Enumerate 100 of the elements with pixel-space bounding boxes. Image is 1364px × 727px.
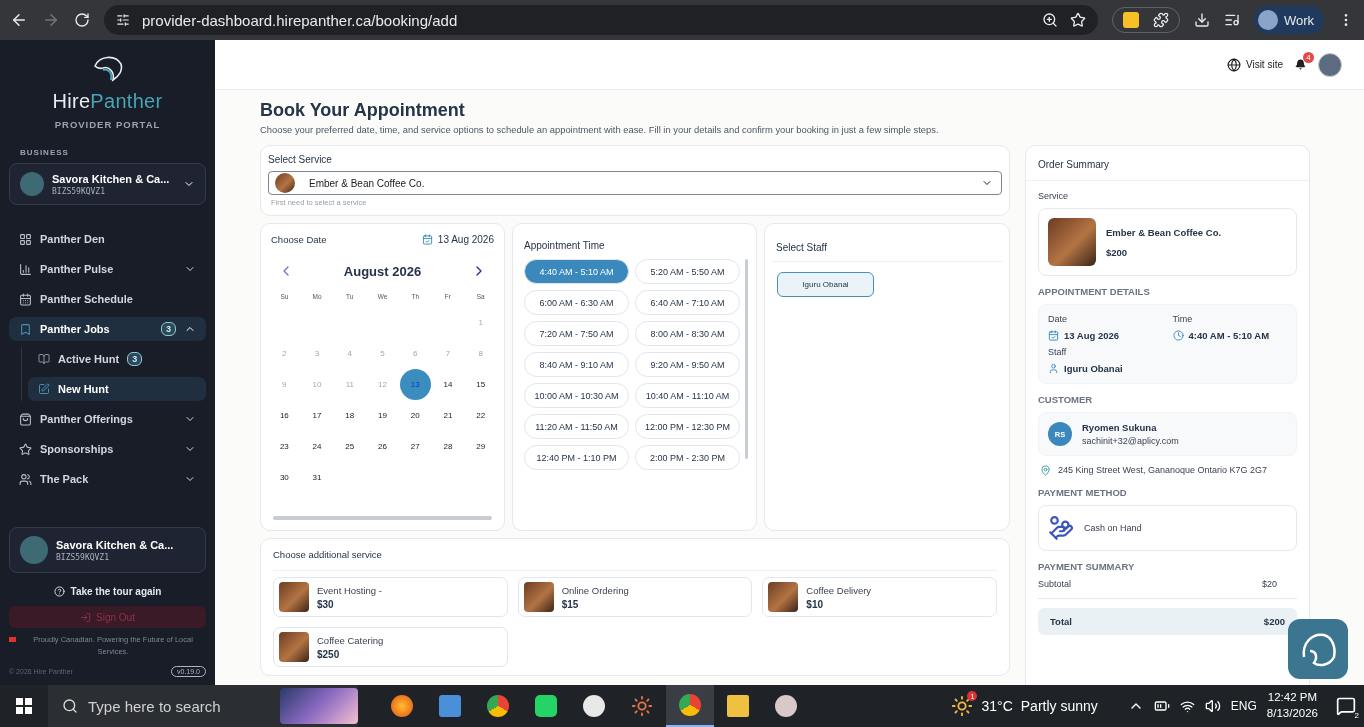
time-slot[interactable]: 7:20 AM - 7:50 AM: [524, 321, 629, 346]
page-subtitle: Choose your preferred date, time, and service options to schedule an appointment with ease. Fill in your details and confirm your booking in just a few simple steps.: [260, 124, 940, 135]
time-slot[interactable]: 2:00 PM - 2:30 PM: [635, 445, 740, 470]
time-slot[interactable]: 8:40 AM - 9:10 AM: [524, 352, 629, 377]
count-badge: 3: [127, 352, 143, 366]
extensions-icon[interactable]: [1152, 12, 1169, 28]
calendar-day[interactable]: 15: [465, 369, 497, 400]
time-slot[interactable]: 9:20 AM - 9:50 AM: [635, 352, 740, 377]
zoom-icon[interactable]: [1041, 12, 1058, 28]
calendar-day[interactable]: 29: [465, 431, 497, 462]
business-selector[interactable]: Savora Kitchen & Ca... BIZS59KQVZ1: [9, 163, 206, 205]
calendar-day[interactable]: 20: [399, 400, 431, 431]
download-icon[interactable]: [1193, 12, 1210, 28]
profile-button[interactable]: Work: [1253, 6, 1324, 34]
time-slot[interactable]: 6:00 AM - 6:30 AM: [524, 290, 629, 315]
additional-service-option[interactable]: Coffee Delivery $10: [762, 577, 997, 617]
calendar-day[interactable]: 18: [334, 400, 366, 431]
total-label: Total: [1050, 616, 1072, 628]
map-pin-icon: [1040, 465, 1051, 476]
language-indicator[interactable]: ENG: [1230, 699, 1257, 713]
calendar-icon: [421, 234, 433, 245]
bookmark-star-icon[interactable]: [1069, 12, 1086, 28]
battery-icon[interactable]: [1153, 698, 1170, 714]
brand-wordmark: HirePanther: [52, 90, 163, 113]
customer-email: sachinit+32@aplicy.com: [1082, 436, 1179, 446]
additional-service-option[interactable]: Coffee Catering $250: [273, 627, 508, 667]
weather-condition: Partly sunny: [1020, 698, 1098, 714]
taskbar-search-field[interactable]: Type here to search: [48, 685, 358, 727]
nav-item[interactable]: The Pack: [9, 467, 206, 491]
time-slot[interactable]: 10:00 AM - 10:30 AM: [524, 383, 629, 408]
calendar-day[interactable]: 25: [334, 431, 366, 462]
additional-service-option[interactable]: Online Ordering $15: [517, 577, 753, 617]
payment-method: Cash on Hand: [1084, 523, 1142, 534]
media-icon[interactable]: [1223, 12, 1240, 28]
time-slot[interactable]: 12:40 PM - 1:10 PM: [524, 445, 629, 470]
scrollbar[interactable]: [273, 516, 492, 520]
notification-bell-icon[interactable]: [1295, 59, 1306, 70]
nav-subitem[interactable]: New Hunt: [28, 377, 206, 401]
volume-icon[interactable]: [1204, 698, 1221, 714]
calendar-day[interactable]: 17: [301, 400, 333, 431]
notification-count: 4: [1303, 52, 1314, 63]
calendar-day[interactable]: 26: [367, 431, 398, 462]
site-info-icon[interactable]: [116, 13, 130, 27]
scrollbar[interactable]: [745, 259, 748, 459]
taskbar-app[interactable]: [666, 685, 714, 727]
calendar-day[interactable]: 22: [465, 400, 497, 431]
nav-subitem[interactable]: Active Hunt 3: [28, 347, 206, 371]
time-slot[interactable]: 6:40 AM - 7:10 AM: [635, 290, 740, 315]
card-title: Choose additional service: [273, 549, 997, 571]
notifications-icon[interactable]: [1336, 696, 1356, 716]
time-slot[interactable]: 5:20 AM - 5:50 AM: [635, 259, 740, 284]
extension-icon[interactable]: [1122, 12, 1139, 28]
time-slot[interactable]: 12:00 PM - 12:30 PM: [635, 414, 740, 439]
flag-icon: [9, 637, 16, 642]
calendar-day[interactable]: 14: [432, 369, 464, 400]
time-slot[interactable]: 8:00 AM - 8:30 AM: [635, 321, 740, 346]
network-icon[interactable]: [1179, 698, 1195, 714]
calendar-day[interactable]: 23: [268, 431, 300, 462]
reload-icon[interactable]: [74, 12, 90, 28]
section-heading: APPOINTMENT DETAILS: [1038, 286, 1151, 297]
calendar-day[interactable]: 31: [301, 462, 333, 493]
back-icon[interactable]: [10, 11, 28, 29]
time-slot[interactable]: 4:40 AM - 5:10 AM: [524, 259, 629, 284]
calendar-day[interactable]: 16: [268, 400, 300, 431]
business-logo: [20, 172, 44, 196]
service-dropdown[interactable]: Ember & Bean Coffee Co.: [268, 171, 1002, 195]
time-slot[interactable]: 11:20 AM - 11:50 AM: [524, 414, 629, 439]
taskbar-clock[interactable]: 12:42 PM 8/13/2026: [1266, 690, 1318, 722]
nav-item[interactable]: Panther Pulse: [9, 257, 206, 281]
url-text: provider-dashboard.hirepanther.ca/booking/add: [142, 11, 459, 29]
nav-item[interactable]: Panther Offerings: [9, 407, 206, 431]
calendar-day[interactable]: 28: [432, 431, 464, 462]
calendar-day[interactable]: 19: [367, 400, 398, 431]
additional-service-option[interactable]: Event Hosting - $30: [273, 577, 508, 617]
month-title: August 2026: [343, 263, 422, 279]
section-label: Service: [1038, 191, 1069, 201]
nav-item[interactable]: Panther Jobs 3: [9, 317, 206, 341]
nav-item[interactable]: Panther Den: [9, 227, 206, 251]
photo-placeholder: [279, 632, 309, 662]
tour-button[interactable]: Take the tour again: [9, 585, 206, 598]
nav-item[interactable]: Panther Schedule: [9, 287, 206, 311]
subtotal-label: Subtotal: [1038, 579, 1072, 590]
address-bar[interactable]: provider-dashboard.hirepanther.ca/booking/add: [104, 5, 1098, 35]
time-slot[interactable]: 10:40 AM - 11:10 AM: [635, 383, 740, 408]
chat-assistant-button[interactable]: [1288, 619, 1348, 679]
nav-item[interactable]: Sponsorships: [9, 437, 206, 461]
photo-placeholder: [523, 582, 554, 612]
visit-site-link[interactable]: Visit site: [1226, 57, 1283, 72]
search-icon: [62, 698, 78, 714]
user-avatar[interactable]: [1318, 52, 1342, 77]
nav-icon: [19, 412, 32, 426]
calendar-day[interactable]: 21: [432, 400, 464, 431]
calendar-day[interactable]: 27: [399, 431, 431, 462]
service-name: Ember & Bean Coffee Co.: [1106, 226, 1222, 238]
app-icon: [679, 694, 701, 716]
staff-option[interactable]: Iguru Obanai: [777, 272, 874, 297]
forward-icon[interactable]: [42, 11, 60, 29]
account-card[interactable]: Savora Kitchen & Ca... BIZS59KQVZ1: [9, 527, 206, 573]
calendar-day[interactable]: 30: [268, 462, 300, 493]
calendar-day[interactable]: 24: [301, 431, 333, 462]
